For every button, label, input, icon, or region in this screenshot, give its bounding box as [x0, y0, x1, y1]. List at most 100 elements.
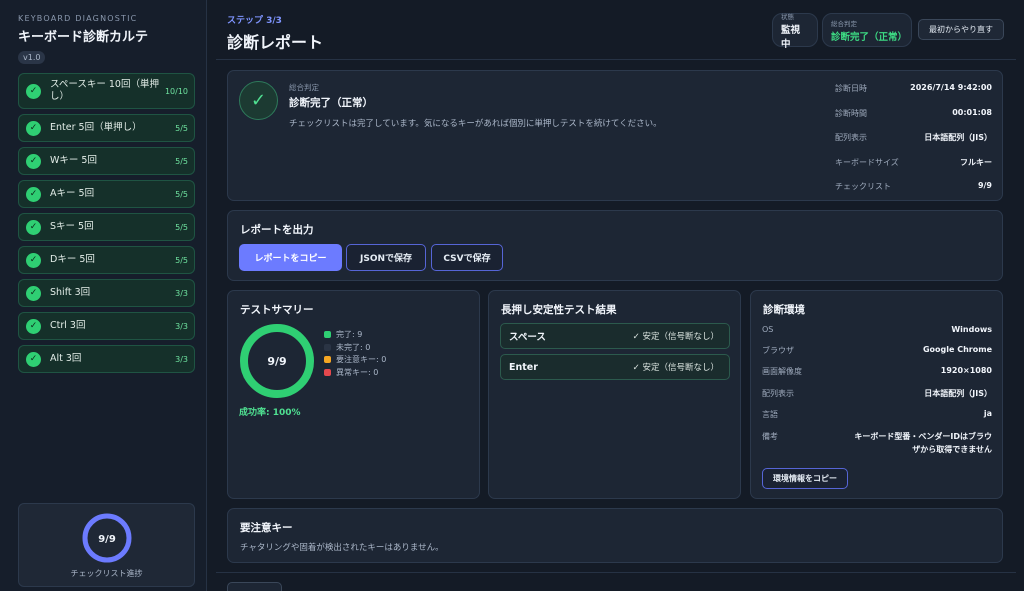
checklist-item-label: Dキー 5回 [50, 254, 95, 266]
page-header: ステップ 3/3 診断レポート 状態 監視中 総合判定 診断完了（正常） 最初か… [216, 0, 1016, 60]
legend-item-error: 異常キー: 0 [324, 366, 386, 379]
checklist-item-w[interactable]: ✓ Wキー 5回 5/5 [18, 147, 195, 175]
copy-env-button[interactable]: 環境情報をコピー [762, 468, 848, 489]
progress-label: チェックリスト進捗 [70, 569, 143, 578]
env-key: 配列表示 [762, 388, 794, 398]
checklist-item-label: Shift 3回 [50, 287, 91, 299]
save-json-button[interactable]: JSONで保存 [346, 244, 426, 271]
check-icon: ✓ [26, 83, 41, 99]
checklist-item-count: 10/10 [164, 86, 188, 96]
meta-key: 診断日時 [835, 84, 867, 93]
env-value: 日本語配列（JIS） [924, 388, 992, 398]
env-value: 1920×1080 [940, 366, 992, 376]
check-icon: ✓ [26, 285, 41, 301]
check-icon: ✓ [26, 252, 41, 268]
verdict-title: 診断完了（正常） [289, 97, 373, 109]
checklist-item-alt[interactable]: ✓ Alt 3回 3/3 [18, 345, 195, 373]
legend-label: 要注意キー: 0 [336, 355, 387, 365]
checklist-item-label: Alt 3回 [50, 353, 82, 365]
legend-item-caution: 要注意キー: 0 [324, 353, 386, 366]
checklist-item-ctrl[interactable]: ✓ Ctrl 3回 3/3 [18, 312, 195, 340]
hold-row-space: スペース ✓ 安定（信号断なし） [500, 323, 730, 349]
footer-button[interactable] [227, 582, 282, 591]
checklist-item-label: Ctrl 3回 [50, 320, 86, 332]
attention-description: チャタリングや固着が検出されたキーはありません。 [240, 543, 444, 553]
checklist-item-space[interactable]: ✓ スペースキー 10回（単押し） 10/10 [18, 73, 195, 109]
env-key: 画面解像度 [762, 367, 802, 377]
env-list: OS Windows ブラウザ Google Chrome 画面解像度 1920×10… [762, 325, 992, 467]
meta-row: 配列表示 日本語配列（JIS） [835, 132, 992, 157]
env-row: OS Windows [762, 325, 992, 334]
test-summary-card: テストサマリー 9/9 完了: 9 未完了: 0 要注意キー: 0 異常キー: … [227, 290, 480, 499]
version-badge: v1.0 [18, 51, 46, 64]
verdict-eyebrow: 総合判定 [289, 83, 319, 92]
checklist-item-label: Wキー 5回 [50, 155, 97, 167]
hold-result: ✓ 安定（信号断なし） [632, 363, 719, 373]
env-row: 言語 ja [762, 409, 992, 420]
checklist-item-a[interactable]: ✓ Aキー 5回 5/5 [18, 180, 195, 208]
env-row: 配列表示 日本語配列（JIS） [762, 388, 992, 399]
checklist: ✓ スペースキー 10回（単押し） 10/10 ✓ Enter 5回（単押し） … [18, 73, 195, 373]
legend-label: 未完了: 0 [336, 342, 371, 352]
progress-ring: 9/9 [82, 513, 131, 563]
env-title: 診断環境 [763, 304, 805, 316]
checklist-progress-card: 9/9 チェックリスト進捗 [18, 503, 195, 587]
env-value: Windows [951, 325, 992, 334]
check-icon: ✓ [26, 219, 41, 235]
save-csv-button[interactable]: CSVで保存 [431, 244, 503, 271]
meta-row: 診断日時 2026/7/14 9:42:00 [835, 83, 992, 108]
verdict-chip: 総合判定 診断完了（正常） [822, 13, 912, 47]
legend-label: 異常キー: 0 [336, 367, 379, 377]
checklist-item-count: 5/5 [175, 222, 188, 232]
checklist-item-label: Sキー 5回 [50, 221, 94, 233]
checklist-item-count: 5/5 [175, 123, 188, 133]
summary-donut: 9/9 [240, 324, 314, 398]
meta-key: キーボードサイズ [835, 157, 899, 167]
meta-row: チェックリスト 9/9 [835, 181, 992, 206]
legend-swatch [324, 368, 331, 376]
env-row: 画面解像度 1920×1080 [762, 366, 992, 377]
export-title: レポートを出力 [240, 224, 314, 236]
checklist-item-count: 3/3 [175, 321, 188, 331]
verdict-chip-label: 総合判定 [831, 19, 857, 28]
hold-key: Enter [509, 361, 538, 373]
export-card: レポートを出力 レポートをコピー JSONで保存 CSVで保存 [227, 210, 1003, 281]
env-value: Google Chrome [922, 344, 992, 354]
checklist-item-d[interactable]: ✓ Dキー 5回 5/5 [18, 246, 195, 274]
hold-row-enter: Enter ✓ 安定（信号断なし） [500, 354, 730, 380]
check-icon: ✓ [26, 351, 41, 367]
legend-swatch [324, 343, 331, 351]
hold-stability-card: 長押し安定性テスト結果 スペース ✓ 安定（信号断なし） Enter ✓ 安定（… [488, 290, 741, 499]
meta-key: 診断時間 [835, 108, 867, 118]
meta-value: フルキー [960, 157, 992, 167]
legend-swatch [324, 356, 331, 364]
checklist-item-count: 3/3 [175, 354, 188, 364]
hold-title: 長押し安定性テスト結果 [501, 304, 617, 316]
env-value: ja [983, 409, 992, 419]
verdict-card: ✓ 総合判定 診断完了（正常） チェックリストは完了しています。気になるキーがあ… [227, 70, 1003, 201]
hold-result: ✓ 安定（信号断なし） [632, 332, 719, 342]
success-rate: 成功率: 100% [239, 408, 301, 418]
attention-title: 要注意キー [240, 522, 293, 534]
checklist-item-count: 5/5 [175, 255, 188, 265]
checklist-item-shift[interactable]: ✓ Shift 3回 3/3 [18, 279, 195, 307]
verdict-chip-value: 診断完了（正常） [831, 31, 908, 43]
restart-button[interactable]: 最初からやり直す [918, 19, 1004, 40]
env-key: 言語 [762, 410, 778, 420]
checklist-item-label: Aキー 5回 [50, 188, 95, 200]
meta-value: 2026/7/14 9:42:00 [910, 83, 992, 92]
checklist-item-enter[interactable]: ✓ Enter 5回（単押し） 5/5 [18, 114, 195, 142]
checklist-item-count: 5/5 [175, 156, 188, 166]
checklist-item-s[interactable]: ✓ Sキー 5回 5/5 [18, 213, 195, 241]
sidebar: KEYBOARD DIAGNOSTIC キーボード診断カルテ v1.0 ✓ スペ… [0, 0, 207, 591]
app-title: キーボード診断カルテ [18, 30, 149, 45]
meta-value: 9/9 [977, 181, 992, 190]
copy-report-button[interactable]: レポートをコピー [239, 244, 342, 271]
meta-row: キーボードサイズ フルキー [835, 157, 992, 182]
meta-row: 診断時間 00:01:08 [835, 108, 992, 133]
env-key: ブラウザ [762, 345, 794, 355]
legend-swatch [324, 330, 331, 338]
progress-ring-text: 9/9 [98, 534, 116, 545]
main-content: ステップ 3/3 診断レポート 状態 監視中 総合判定 診断完了（正常） 最初か… [216, 0, 1016, 591]
app-eyebrow: KEYBOARD DIAGNOSTIC [18, 14, 138, 23]
